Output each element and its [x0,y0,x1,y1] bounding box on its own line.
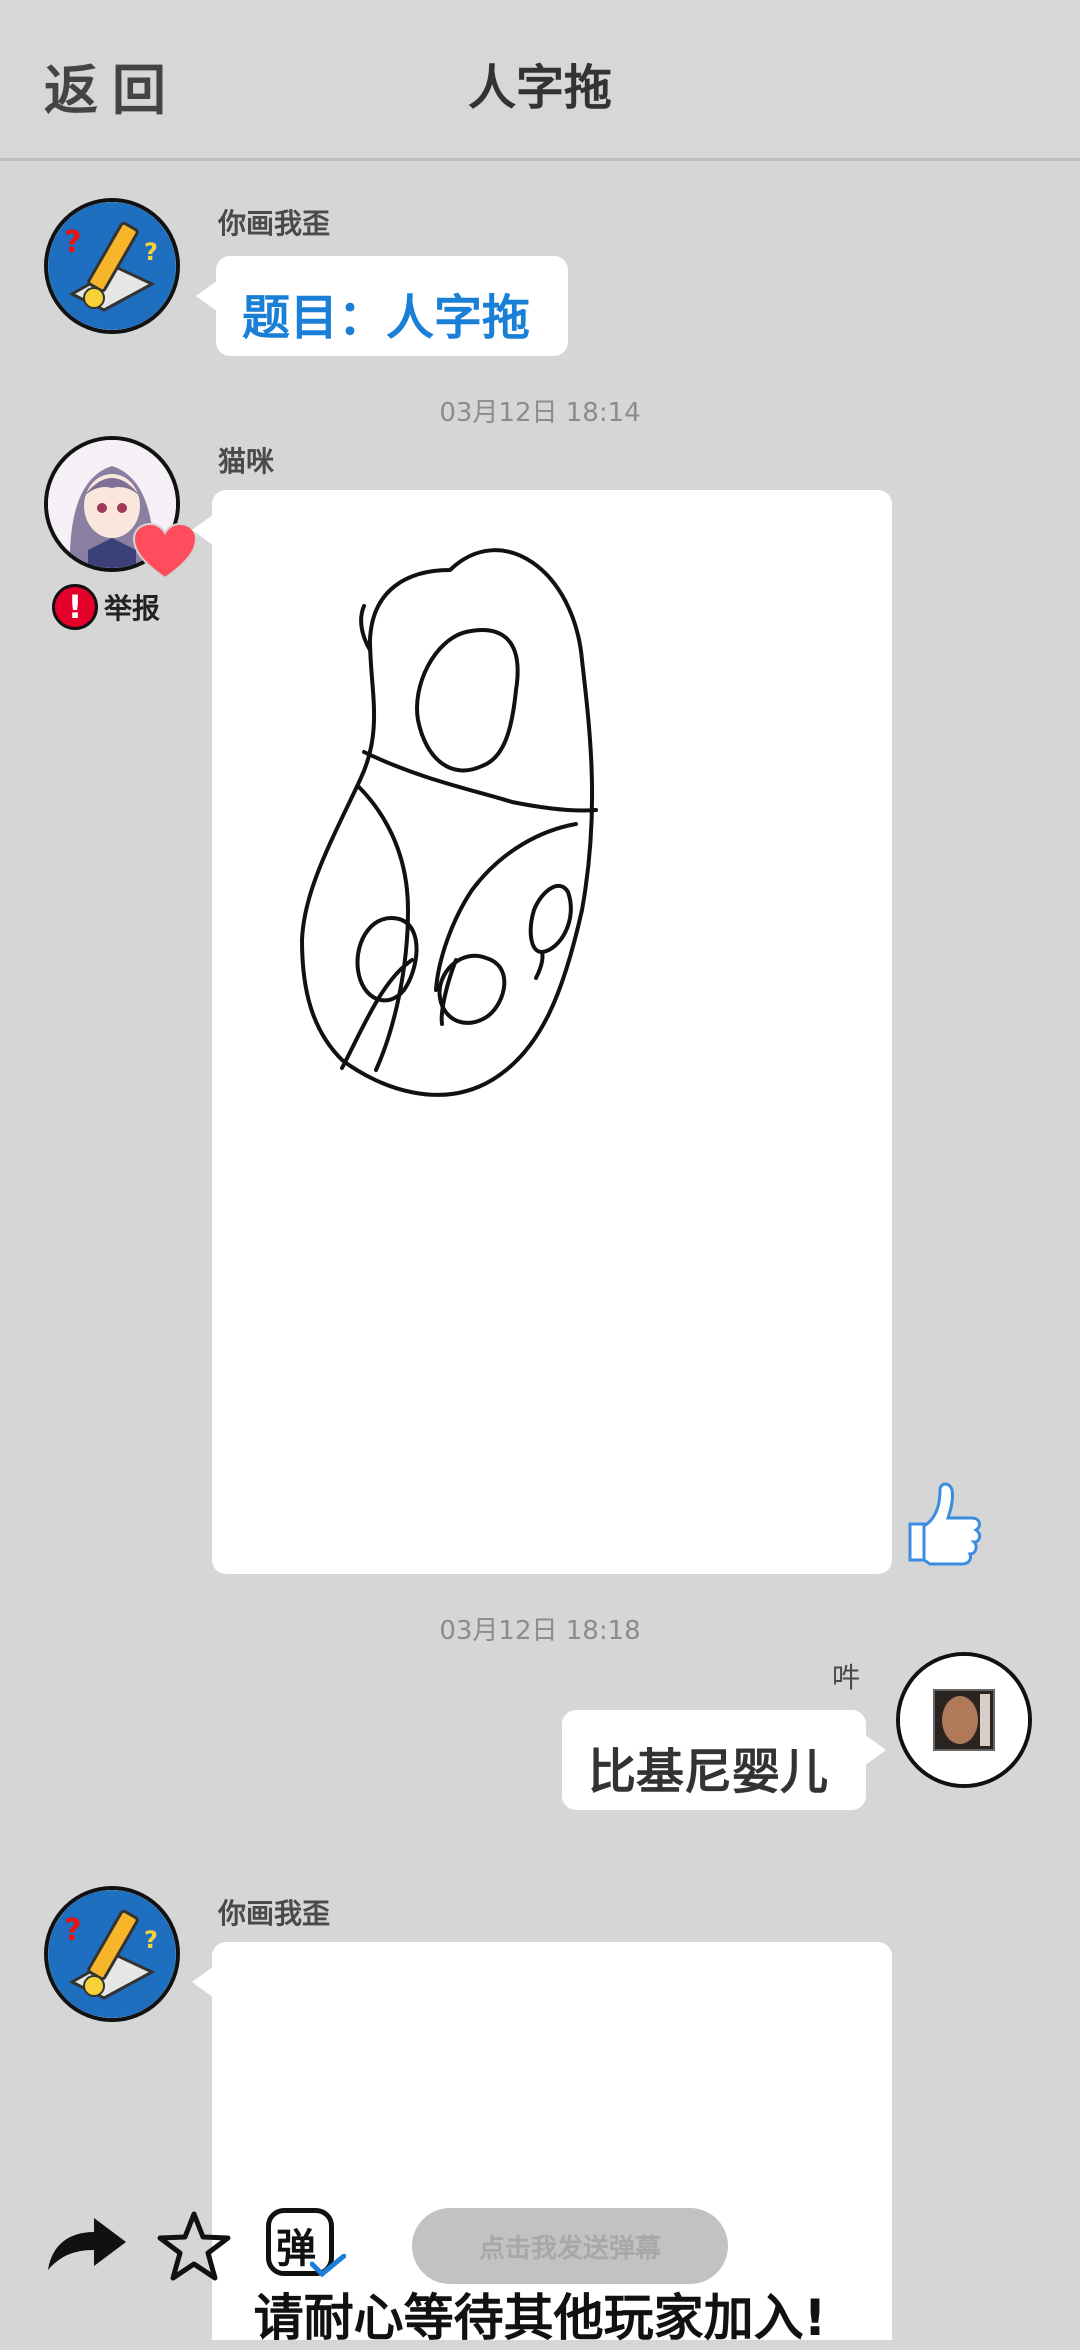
report-icon: ! [52,584,98,630]
avatar-player-right[interactable] [896,1652,1032,1788]
waiting-status: 请耐心等待其他玩家加入! [253,2289,827,2347]
timestamp: 03月12日 18:18 [439,1616,641,1646]
sender-name: 猫咪 [218,445,275,478]
sender-name: 你画我歪 [218,207,331,240]
drawing-canvas [300,548,598,1097]
page-title: 人字拖 [467,60,612,116]
share-icon[interactable] [44,2214,130,2274]
danmaku-input-button[interactable]: 点击我发送弹幕 [412,2208,728,2284]
report-label: 举报 [104,592,161,625]
svg-text:?: ? [144,1926,158,1954]
sender-name: 吽 [832,1661,861,1694]
avatar-bot[interactable]: ? ? [44,1886,180,2022]
guess-text: 比基尼婴儿 [588,1744,829,1800]
svg-text:?: ? [64,225,81,260]
timestamp: 03月12日 18:14 [439,398,641,428]
guess-bubble: 比基尼婴儿 [562,1710,886,1810]
danmaku-icon[interactable]: 弹 [262,2206,348,2286]
drawing-bubble[interactable] [192,490,892,1574]
bot-avatar-icon: ? ? [48,202,176,330]
bot-avatar-icon: ? ? [48,1890,176,2018]
svg-text:?: ? [144,238,158,266]
report-button[interactable]: ! 举报 [52,584,160,630]
topic-text: 题目：人字拖 [242,290,531,346]
top-bar: 返回 人字拖 [0,0,1080,161]
svg-text:?: ? [64,1913,81,1948]
portrait-avatar-icon [900,1656,1028,1784]
heart-icon[interactable] [132,522,198,582]
avatar-bot[interactable]: ? ? [44,198,180,334]
thumbs-up-icon[interactable] [904,1480,982,1566]
sender-name: 你画我歪 [218,1897,331,1930]
star-icon[interactable] [156,2210,232,2282]
topic-bubble: 题目：人字拖 [196,256,568,356]
